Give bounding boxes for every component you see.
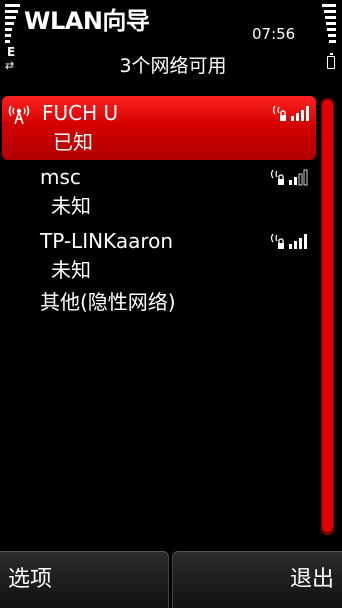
networks-available-label: 3个网络可用 [119,55,227,77]
app-title: WLAN向导 [24,7,150,35]
clock: 07:56 [252,25,296,43]
secured-signal-icon [270,233,307,249]
network-status: 已知 [53,130,93,154]
network-list: FUCH U 已知 msc 未知 TP-LINKaaron 未知 其他(隐性网络… [0,96,318,314]
scrollbar[interactable] [321,98,334,535]
network-name: FUCH U [42,101,119,125]
network-item-msc[interactable]: msc 未知 [0,160,318,224]
network-name: TP-LINKaaron [40,229,174,253]
network-status: 未知 [51,258,91,282]
network-name: msc [40,165,81,189]
network-item-fuch-u[interactable]: FUCH U 已知 [2,96,316,160]
network-item-tp-linkaaron[interactable]: TP-LINKaaron 未知 [0,224,318,288]
options-softkey[interactable]: 选项 [0,551,169,608]
secured-signal-icon [270,169,308,186]
network-status: 未知 [51,194,91,218]
scrollbar-thumb[interactable] [322,100,333,532]
other-hidden-network-item[interactable]: 其他(隐性网络) [40,288,176,316]
secured-signal-icon [272,105,309,121]
wlan-antenna-icon [8,105,30,125]
exit-softkey[interactable]: 退出 [172,551,342,608]
